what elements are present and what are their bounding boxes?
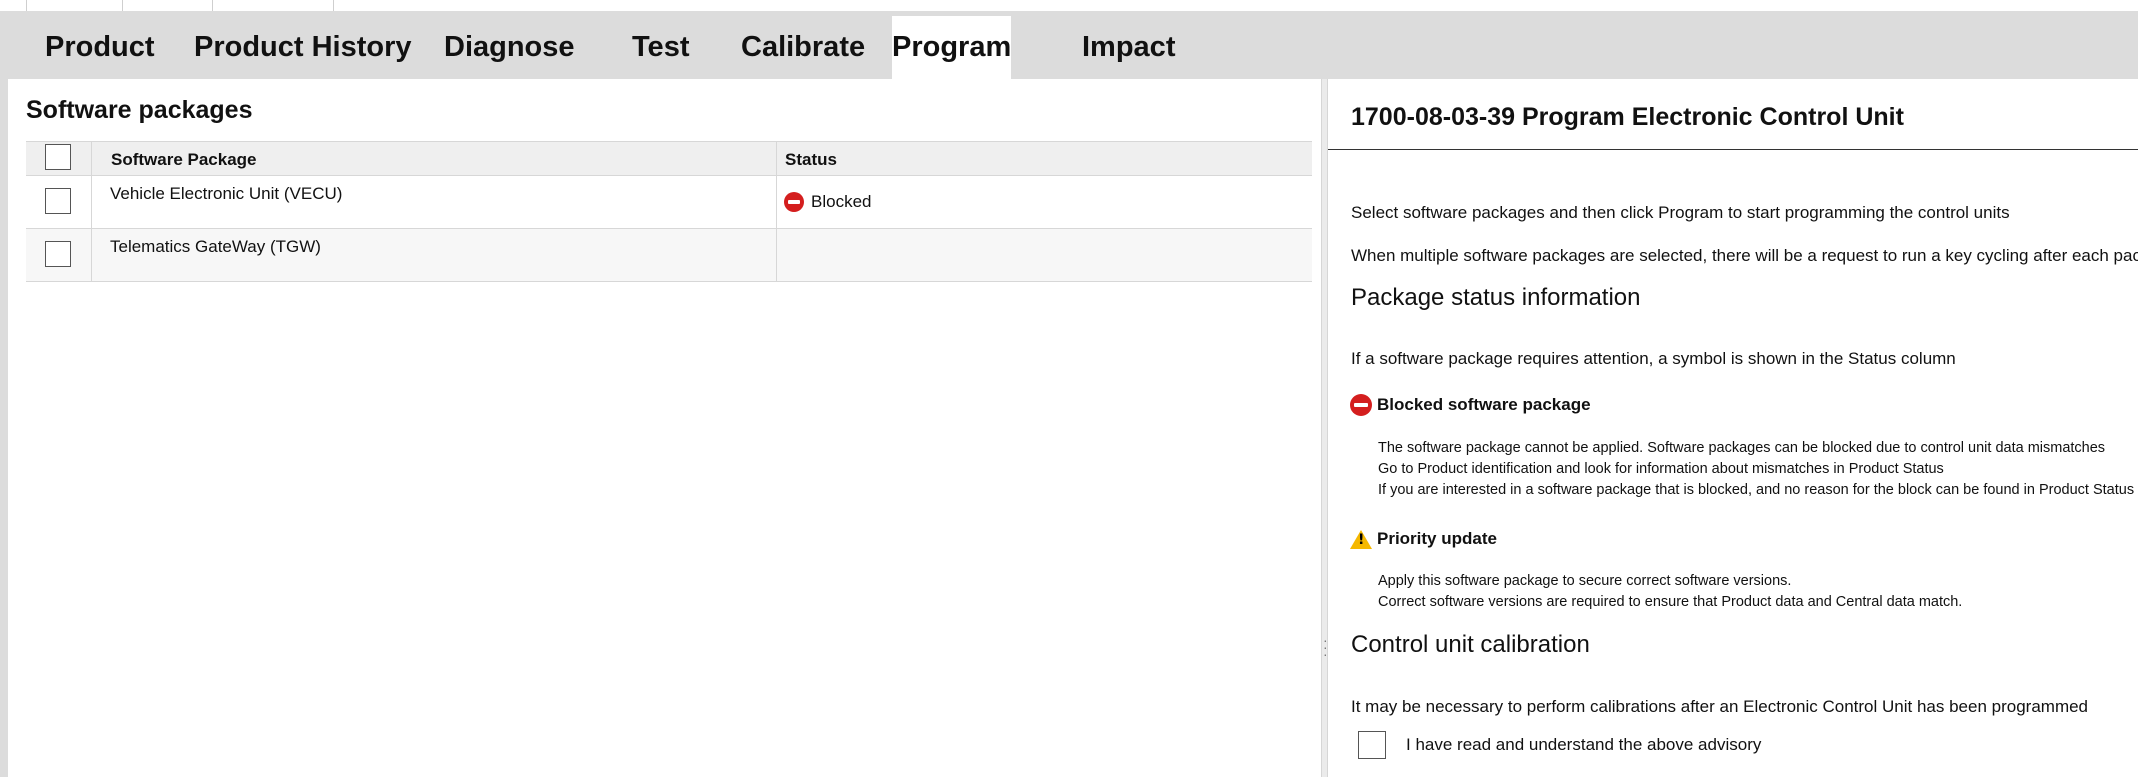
- instructions-pane: 1700-08-03-39 Program Electronic Control…: [1328, 79, 2138, 777]
- top-strip-divider: [122, 0, 123, 11]
- column-divider: [776, 229, 777, 281]
- blocked-text: Go to Product identification and look fo…: [1378, 461, 1944, 477]
- table-header: Software Package Status: [26, 141, 1312, 176]
- warning-icon: [1350, 529, 1372, 549]
- blocked-heading: Blocked software package: [1350, 394, 1591, 416]
- calibration-heading: Control unit calibration: [1351, 631, 1590, 658]
- intro-text: Select software packages and then click …: [1351, 203, 2010, 222]
- top-strip-divider: [26, 0, 27, 11]
- package-name: Telematics GateWay (TGW): [110, 237, 321, 256]
- status-cell: Blocked: [784, 192, 871, 212]
- software-packages-table: Software Package Status Vehicle Electron…: [26, 141, 1312, 282]
- tab-product[interactable]: Product: [23, 16, 177, 79]
- row-checkbox[interactable]: [45, 188, 71, 214]
- splitter-grip-icon: · · ·: [1323, 632, 1328, 662]
- priority-text: Correct software versions are required t…: [1378, 594, 1963, 610]
- table-row[interactable]: Vehicle Electronic Unit (VECU) Blocked: [26, 176, 1312, 229]
- blocked-icon: [1350, 394, 1372, 416]
- select-all-checkbox[interactable]: [45, 144, 71, 170]
- column-divider: [91, 142, 92, 175]
- blocked-text: If you are interested in a software pack…: [1378, 482, 2135, 498]
- pane-splitter[interactable]: · · ·: [1321, 79, 1328, 777]
- advisory-label[interactable]: I have read and understand the above adv…: [1406, 735, 1761, 755]
- top-strip-divider: [333, 0, 334, 11]
- tab-calibrate[interactable]: Calibrate: [719, 16, 887, 79]
- status-text: Blocked: [811, 192, 872, 211]
- blocked-text: The software package cannot be applied. …: [1378, 440, 2106, 456]
- tab-impact[interactable]: Impact: [1060, 16, 1197, 79]
- tab-program[interactable]: Program: [892, 16, 1011, 79]
- status-intro-text: If a software package requires attention…: [1351, 349, 1956, 368]
- column-divider: [776, 176, 777, 228]
- software-packages-pane: Software packages Software Package Statu…: [8, 79, 1321, 777]
- priority-heading-label: Priority update: [1377, 529, 1497, 548]
- column-divider: [91, 176, 92, 228]
- tab-product-history[interactable]: Product History: [172, 16, 434, 79]
- top-strip-divider: [212, 0, 213, 11]
- pane-title: Software packages: [26, 96, 253, 124]
- advisory-checkbox[interactable]: [1358, 731, 1386, 759]
- blocked-icon: [784, 192, 804, 212]
- instructions-title: 1700-08-03-39 Program Electronic Control…: [1351, 103, 1904, 131]
- column-header-status[interactable]: Status: [785, 150, 837, 170]
- tab-bar: Product Product History Diagnose Test Ca…: [8, 11, 2138, 79]
- column-divider: [91, 229, 92, 281]
- tab-test[interactable]: Test: [610, 16, 711, 79]
- intro-text: When multiple software packages are sele…: [1351, 246, 2138, 265]
- package-name: Vehicle Electronic Unit (VECU): [110, 184, 343, 203]
- status-heading: Package status information: [1351, 284, 1641, 311]
- column-header-software-package[interactable]: Software Package: [111, 150, 257, 170]
- column-divider: [776, 142, 777, 175]
- row-checkbox[interactable]: [45, 241, 71, 267]
- blocked-heading-label: Blocked software package: [1377, 395, 1591, 414]
- tab-diagnose[interactable]: Diagnose: [422, 16, 597, 79]
- priority-heading: Priority update: [1350, 529, 1497, 549]
- table-row[interactable]: Telematics GateWay (TGW): [26, 229, 1312, 282]
- calibration-text: It may be necessary to perform calibrati…: [1351, 697, 2089, 716]
- title-divider: [1328, 149, 2138, 150]
- priority-text: Apply this software package to secure co…: [1378, 573, 1792, 589]
- left-edge: [0, 11, 8, 777]
